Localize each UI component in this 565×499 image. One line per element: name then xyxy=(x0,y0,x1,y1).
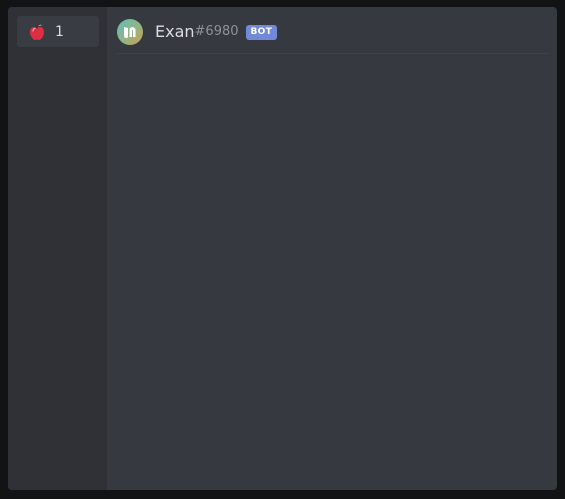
member-username: Exan xyxy=(155,22,195,41)
member-list-window: 1 Exan #6980 BOT xyxy=(8,7,557,490)
sidebar-item-role-apple[interactable]: 1 xyxy=(17,16,99,47)
role-sidebar: 1 xyxy=(8,7,107,490)
exan-logo-icon xyxy=(124,27,136,38)
member-discriminator: #6980 xyxy=(194,24,239,39)
apple-icon xyxy=(28,22,46,41)
role-member-count: 1 xyxy=(55,23,64,40)
member-row[interactable]: Exan #6980 BOT xyxy=(117,17,549,54)
bot-badge: BOT xyxy=(245,24,278,40)
member-list: Exan #6980 BOT xyxy=(107,7,557,490)
avatar[interactable] xyxy=(117,19,143,45)
